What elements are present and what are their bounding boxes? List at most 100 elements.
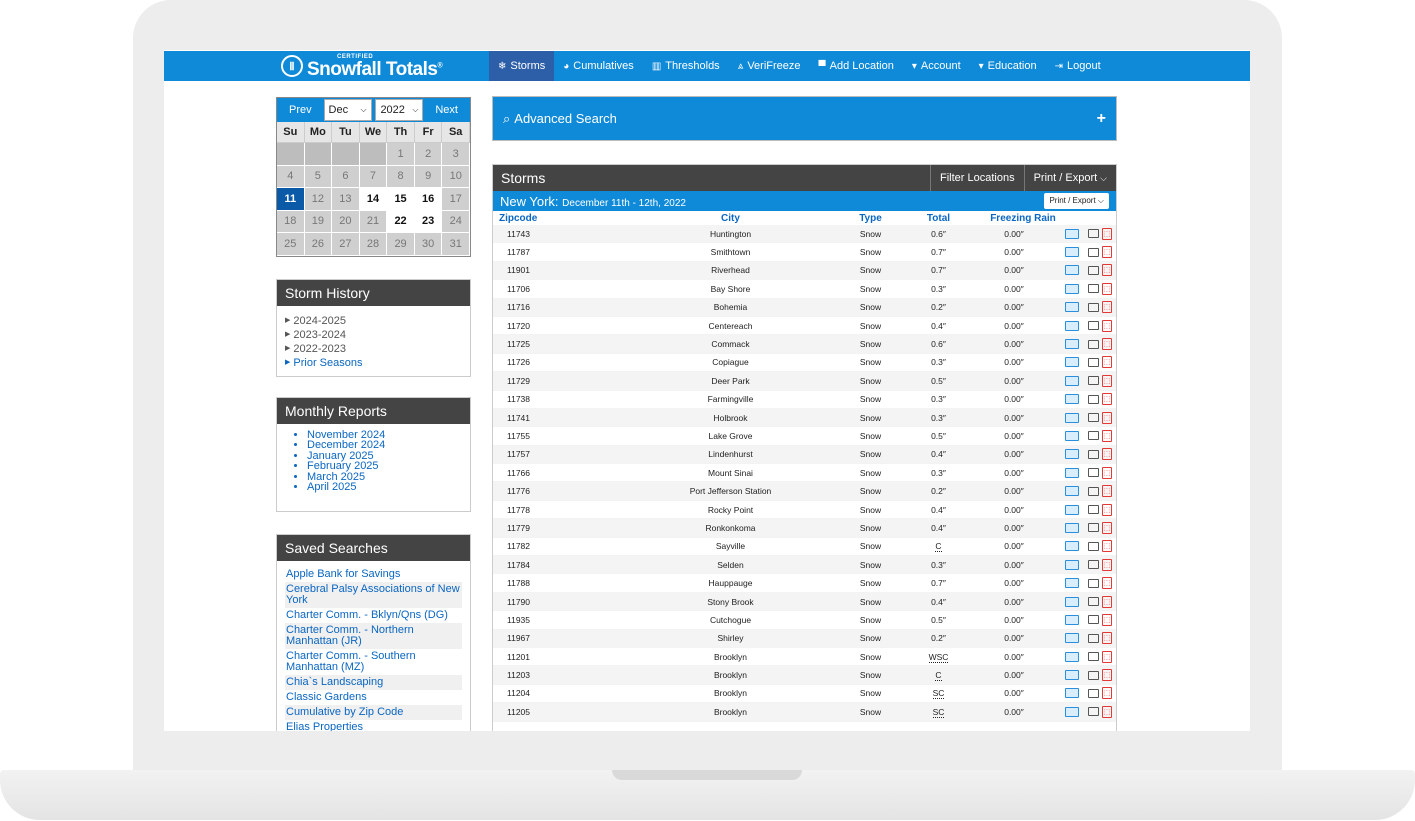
id-card-icon[interactable] [1065,633,1079,644]
nav-add-location[interactable]: ▀ Add Location [810,51,903,81]
pdf-icon[interactable]: ⬚ [1102,595,1112,608]
pdf-icon[interactable]: ⬚ [1102,521,1112,534]
print-icon[interactable] [1088,431,1099,441]
id-card-icon[interactable] [1065,320,1079,331]
monthly-report-link[interactable]: April 2025 [307,481,470,492]
column-header-type[interactable]: Type [808,213,888,224]
pdf-icon[interactable]: ⬚ [1102,687,1112,700]
pdf-icon[interactable]: ⬚ [1102,466,1112,479]
id-card-icon[interactable] [1065,651,1079,662]
pdf-icon[interactable]: ⬚ [1102,669,1112,682]
pdf-icon[interactable]: ⬚ [1102,282,1112,295]
id-card-icon[interactable] [1065,394,1079,405]
print-icon[interactable] [1088,468,1099,478]
pdf-icon[interactable]: ⬚ [1102,393,1112,406]
id-card-icon[interactable] [1065,467,1079,478]
saved-search-link[interactable]: Elias Properties [285,720,462,732]
saved-search-link[interactable]: Apple Bank for Savings [285,567,462,582]
nav-storms[interactable]: ❄ Storms [489,51,555,81]
print-icon[interactable] [1088,357,1099,367]
print-icon[interactable] [1088,670,1099,680]
saved-search-link[interactable]: Cerebral Palsy Associations of New York [285,582,462,608]
id-card-icon[interactable] [1065,375,1079,386]
print-icon[interactable] [1088,376,1099,386]
pdf-icon[interactable]: ⬚ [1102,246,1112,259]
pdf-icon[interactable]: ⬚ [1102,338,1112,351]
id-card-icon[interactable] [1065,670,1079,681]
print-icon[interactable] [1088,578,1099,588]
print-export-button[interactable]: Print / Export ⌵ [1023,165,1116,191]
id-card-icon[interactable] [1065,614,1079,625]
print-icon[interactable] [1088,560,1099,570]
season-item[interactable]: ▶ 2024-2025 [285,314,462,328]
pdf-icon[interactable]: ⬚ [1102,411,1112,424]
print-icon[interactable] [1088,652,1099,662]
id-card-icon[interactable] [1065,265,1079,276]
nav-thresholds[interactable]: ▥ Thresholds [643,51,729,81]
pdf-icon[interactable]: ⬚ [1102,558,1112,571]
print-icon[interactable] [1088,707,1099,717]
nav-logout[interactable]: ⇥ Logout [1046,51,1110,81]
calendar-day-storm[interactable]: 16 [414,188,443,211]
expand-icon[interactable]: + [1097,110,1106,128]
print-icon[interactable] [1088,247,1099,257]
print-icon[interactable] [1088,688,1099,698]
calendar-day-storm[interactable]: 14 [359,188,388,211]
print-icon[interactable] [1088,265,1099,275]
saved-search-link[interactable]: Charter Comm. - Bklyn/Qns (DG) [285,608,462,623]
pdf-icon[interactable]: ⬚ [1102,264,1112,277]
saved-search-link[interactable]: Charter Comm. - Southern Manhattan (MZ) [285,649,462,675]
print-icon[interactable] [1088,284,1099,294]
id-card-icon[interactable] [1065,339,1079,350]
id-card-icon[interactable] [1065,449,1079,460]
pdf-icon[interactable]: ⬚ [1102,485,1112,498]
pdf-icon[interactable]: ⬚ [1102,705,1112,718]
region-print-export-button[interactable]: Print / Export ⌵ [1044,193,1109,209]
print-icon[interactable] [1088,523,1099,533]
saved-search-link[interactable]: Classic Gardens [285,690,462,705]
filter-locations-button[interactable]: Filter Locations [930,165,1024,191]
id-card-icon[interactable] [1065,412,1079,423]
print-icon[interactable] [1088,633,1099,643]
calendar-day-storm[interactable]: 23 [414,210,443,233]
prior-seasons-link[interactable]: ▶ Prior Seasons [285,356,462,370]
column-header-total[interactable]: Total [888,213,963,224]
id-card-icon[interactable] [1065,541,1079,552]
pdf-icon[interactable]: ⬚ [1102,632,1112,645]
pdf-icon[interactable]: ⬚ [1102,429,1112,442]
id-card-icon[interactable] [1065,706,1079,717]
calendar-day-selected[interactable]: 11 [277,188,305,211]
id-card-icon[interactable] [1065,578,1079,589]
id-card-icon[interactable] [1065,596,1079,607]
calendar-day-storm[interactable]: 15 [387,188,415,211]
print-icon[interactable] [1088,597,1099,606]
id-card-icon[interactable] [1065,522,1079,533]
pdf-icon[interactable]: ⬚ [1102,356,1112,369]
id-card-icon[interactable] [1065,559,1079,570]
column-header-freezing-rain[interactable]: Freezing Rain [963,213,1063,224]
saved-search-link[interactable]: Chia`s Landscaping [285,675,462,690]
nav-education[interactable]: ▾ Education [970,51,1046,81]
print-icon[interactable] [1088,449,1099,459]
print-icon[interactable] [1088,321,1099,331]
season-item[interactable]: ▶ 2022-2023 [285,342,462,356]
year-select[interactable]: 2022 ⌵ [375,99,424,121]
print-icon[interactable] [1088,413,1099,423]
pdf-icon[interactable]: ⬚ [1102,448,1112,461]
id-card-icon[interactable] [1065,283,1079,294]
pdf-icon[interactable]: ⬚ [1102,540,1112,553]
saved-search-link[interactable]: Cumulative by Zip Code [285,705,462,720]
nav-verifreeze[interactable]: ⩓ VeriFreeze [729,51,810,81]
pdf-icon[interactable]: ⬚ [1102,319,1112,332]
id-card-icon[interactable] [1065,430,1079,441]
nav-account[interactable]: ▾ Account [903,51,970,81]
id-card-icon[interactable] [1065,504,1079,515]
brand-logo[interactable]: Ⅱ CERTIFIED Snowfall Totals® [281,54,443,79]
calendar-day-storm[interactable]: 22 [387,210,415,233]
column-header-zipcode[interactable]: Zipcode [493,213,553,224]
pdf-icon[interactable]: ⬚ [1102,503,1112,516]
next-month-button[interactable]: Next [427,104,466,116]
print-icon[interactable] [1088,302,1099,312]
advanced-search-bar[interactable]: ⌕ Advanced Search + [492,96,1117,141]
pdf-icon[interactable]: ⬚ [1102,374,1112,387]
